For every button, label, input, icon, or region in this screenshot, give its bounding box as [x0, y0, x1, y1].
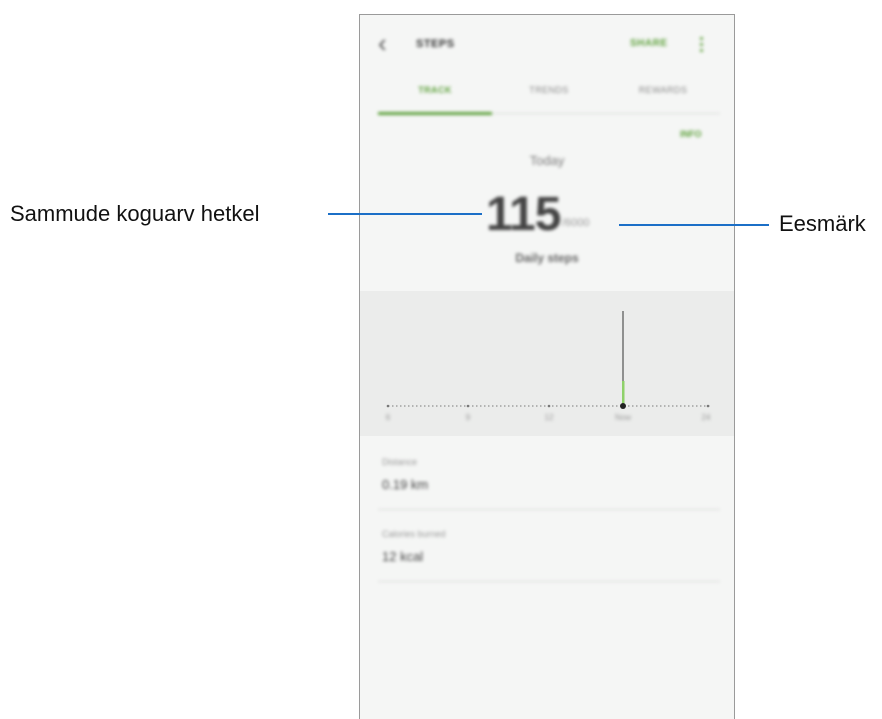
timeline-tick-labels: 6 9 12 Now 24	[360, 413, 734, 427]
timeline-dot	[466, 404, 470, 408]
now-marker-dot	[620, 403, 626, 409]
callout-line-goal	[619, 224, 769, 226]
active-tab-indicator	[378, 112, 492, 115]
timeline-dot	[547, 404, 551, 408]
day-label: Today	[529, 153, 565, 168]
tick-label: 6	[385, 413, 391, 422]
stat-calories: Calories burned 12 kcal	[378, 523, 720, 582]
tab-bar: TRACK TRENDS REWARDS	[378, 77, 720, 115]
stat-value: 0.19 km	[382, 477, 429, 492]
callout-current-steps: Sammude koguarv hetkel	[10, 201, 260, 226]
steps-bar	[622, 381, 625, 406]
stat-label: Distance	[382, 457, 418, 467]
chevron-left-icon[interactable]: ‹	[378, 29, 387, 57]
callout-line-current-steps	[328, 213, 482, 215]
stat-label: Calories burned	[382, 529, 446, 539]
info-button[interactable]: INFO	[680, 129, 702, 139]
tab-track[interactable]: TRACK	[378, 85, 492, 95]
phone-screen: ‹ STEPS SHARE TRACK TRENDS REWARDS INFO …	[359, 14, 735, 719]
page-title: STEPS	[416, 38, 455, 50]
steps-count: 115	[486, 188, 561, 241]
tick-label: 24	[701, 413, 711, 422]
tick-label: 9	[465, 413, 471, 422]
callout-goal: Eesmärk	[779, 211, 866, 236]
app-bar: ‹ STEPS SHARE	[360, 15, 734, 73]
timeline-dot	[706, 404, 710, 408]
steps-goal: /6000	[562, 217, 590, 229]
tick-label: Now	[614, 413, 632, 422]
timeline-dot	[386, 404, 390, 408]
tab-rewards[interactable]: REWARDS	[606, 85, 720, 95]
tick-label: 12	[544, 413, 554, 422]
stat-distance: Distance 0.19 km	[378, 451, 720, 510]
steps-display: 115 /6000	[486, 187, 590, 247]
steps-timeline-chart: 6 9 12 Now 24	[360, 291, 734, 436]
more-vertical-icon[interactable]	[700, 37, 704, 55]
daily-steps-label: Daily steps	[515, 251, 579, 265]
share-button[interactable]: SHARE	[630, 38, 668, 49]
tab-trends[interactable]: TRENDS	[492, 85, 606, 95]
stat-value: 12 kcal	[382, 549, 424, 564]
